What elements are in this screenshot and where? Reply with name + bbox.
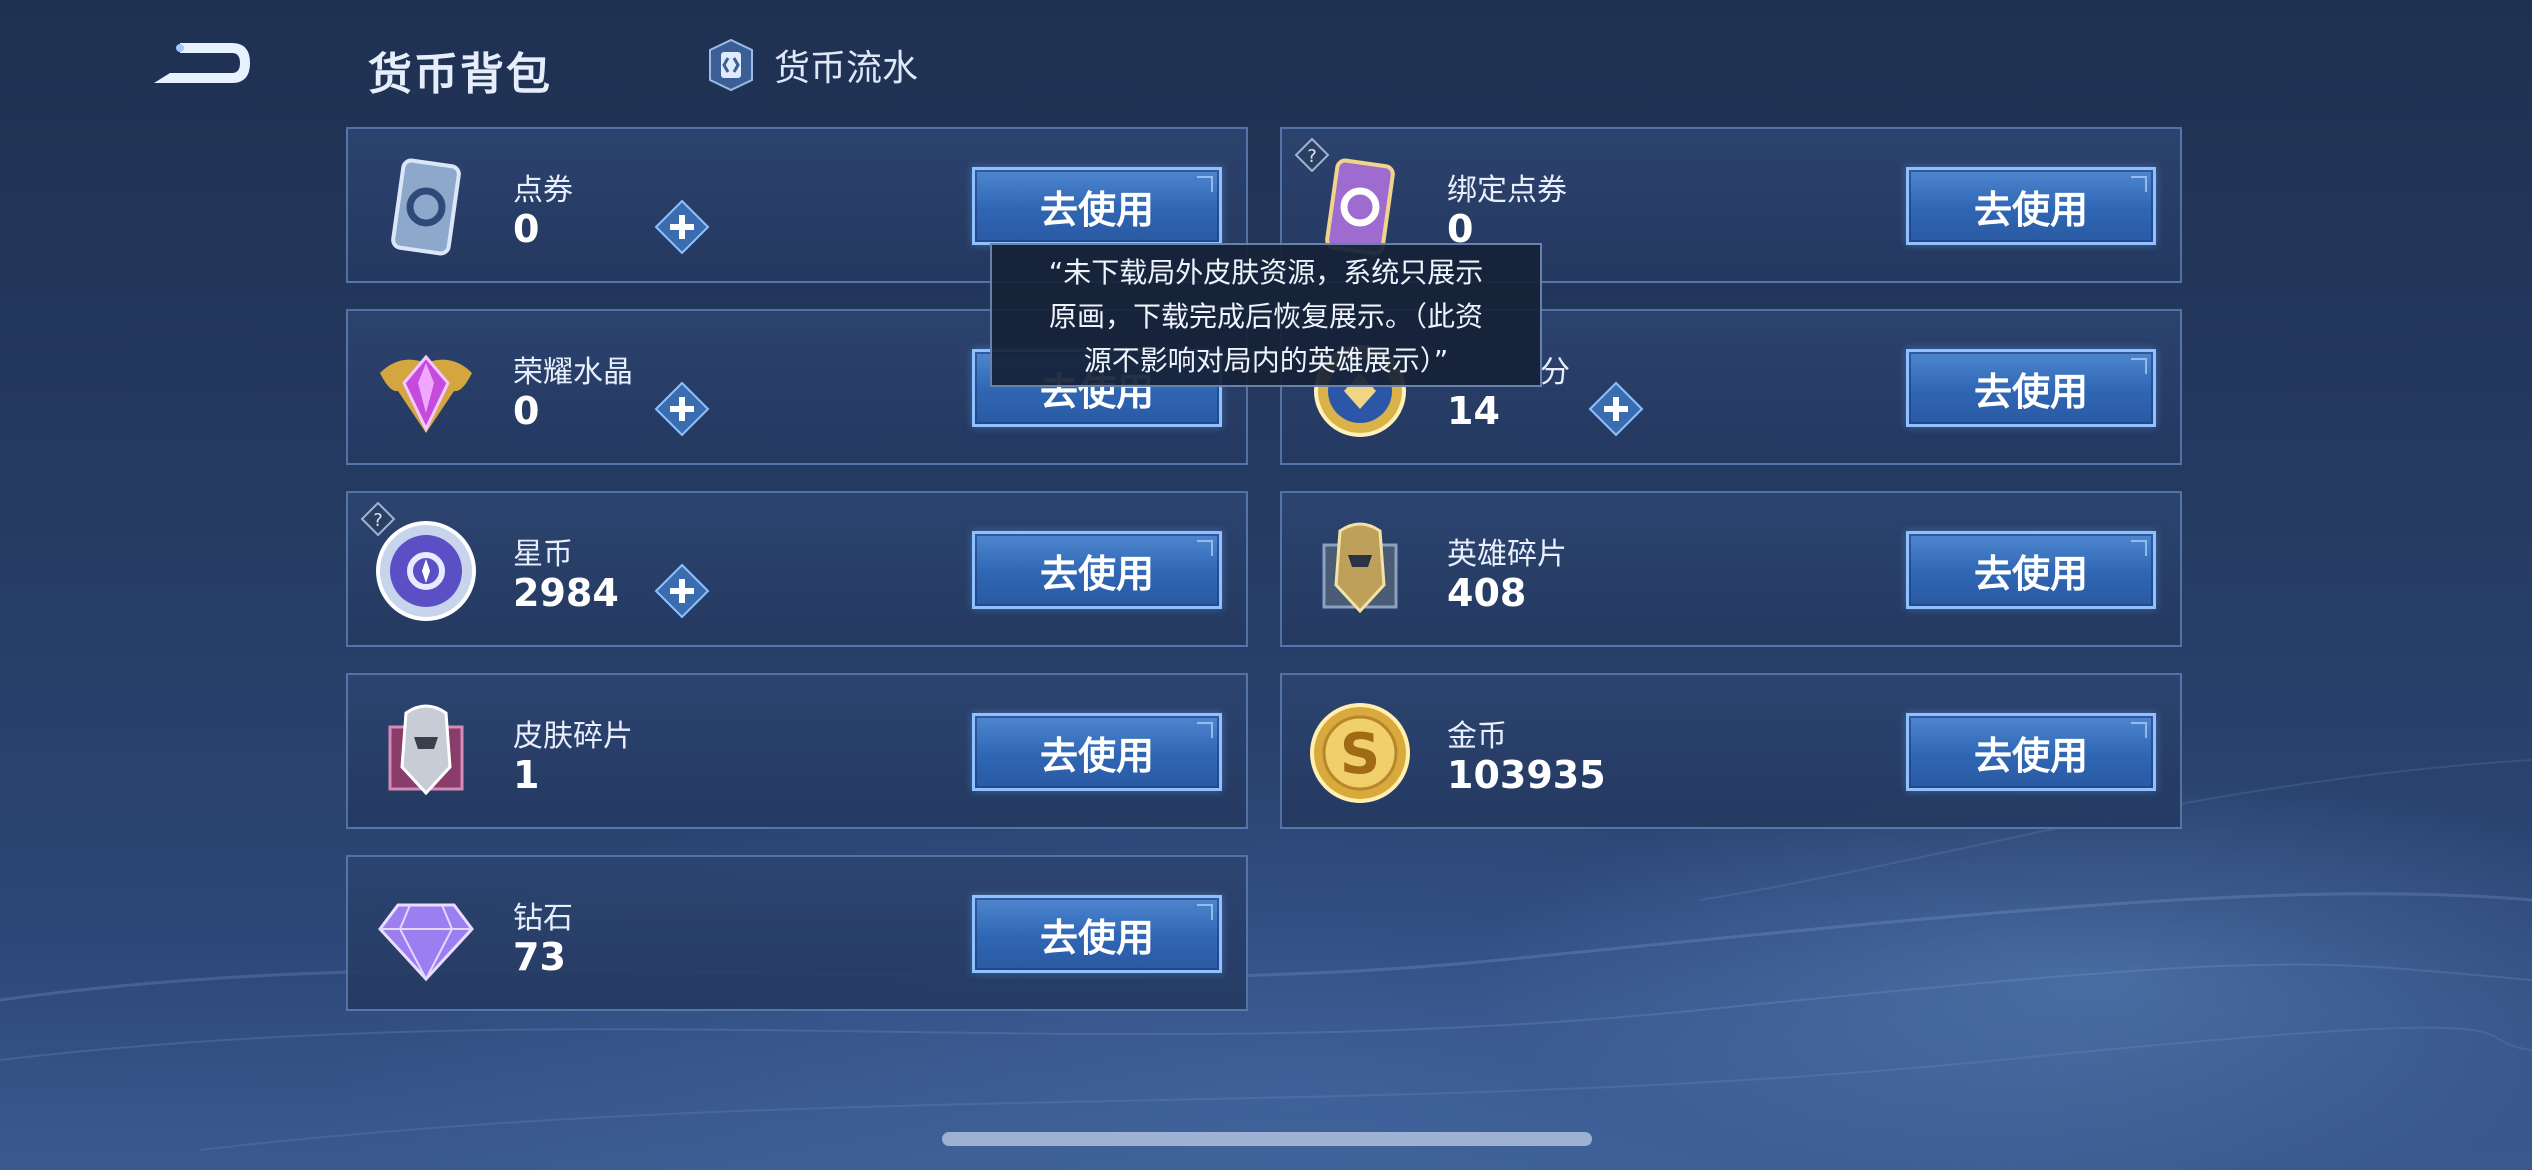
currency-amount: 103935	[1447, 753, 1606, 797]
home-indicator[interactable]	[942, 1132, 1592, 1146]
currency-name: 分	[1540, 355, 1570, 390]
use-button[interactable]: 去使用	[972, 895, 1222, 973]
currency-name: 钻石	[513, 901, 573, 936]
currency-card-star-coin: ? 星币 2984 去使用	[346, 491, 1248, 647]
currency-card-diamond: 钻石 73 去使用	[346, 855, 1248, 1011]
plus-icon[interactable]	[654, 199, 710, 255]
skin-resource-tooltip: “未下载局外皮肤资源，系统只展示 原画，下载完成后恢复展示。（此资 源不影响对局…	[990, 243, 1542, 387]
currency-flow-label: 货币流水	[774, 48, 919, 89]
ledger-card-icon	[709, 38, 753, 92]
skin-fragment-icon	[388, 704, 464, 796]
tooltip-line: “未下载局外皮肤资源，系统只展示	[1048, 256, 1484, 289]
currency-name: 点券	[513, 173, 573, 208]
plus-icon[interactable]	[1588, 381, 1644, 437]
plus-icon[interactable]	[654, 563, 710, 619]
use-button[interactable]: 去使用	[972, 167, 1222, 245]
currency-card-gold-coin: S 金币 103935 去使用	[1280, 673, 2182, 829]
tooltip-line: 源不影响对局内的英雄展示）”	[1083, 344, 1449, 377]
currency-name: 荣耀水晶	[513, 355, 633, 390]
star-coin-icon	[376, 521, 476, 621]
currency-name: 皮肤碎片	[513, 719, 633, 754]
use-button[interactable]: 去使用	[972, 713, 1222, 791]
use-button[interactable]: 去使用	[1906, 167, 2156, 245]
currency-card-skin-fragment: 皮肤碎片 1 去使用	[346, 673, 1248, 829]
currency-amount: 0	[513, 207, 540, 251]
currency-amount: 73	[513, 935, 566, 979]
use-button[interactable]: 去使用	[972, 531, 1222, 609]
currency-name: 绑定点券	[1447, 173, 1567, 208]
currency-name: 星币	[513, 537, 573, 572]
tooltip-line: 原画，下载完成后恢复展示。（此资	[1048, 300, 1483, 333]
currency-amount: 2984	[513, 571, 619, 615]
currency-card-hero-fragment: 英雄碎片 408 去使用	[1280, 491, 2182, 647]
currency-amount: 408	[1447, 571, 1527, 615]
currency-name: 金币	[1447, 719, 1507, 754]
page-title: 货币背包	[368, 49, 552, 100]
currency-amount: 0	[513, 389, 540, 433]
svg-text:S: S	[1340, 722, 1380, 787]
currency-amount: 1	[513, 753, 540, 797]
glory-crystal-icon	[380, 354, 472, 433]
use-button[interactable]: 去使用	[1906, 349, 2156, 427]
currency-name: 英雄碎片	[1447, 537, 1567, 572]
voucher-card-icon	[391, 158, 461, 256]
gold-coin-icon: S	[1310, 703, 1410, 803]
use-button[interactable]: 去使用	[1906, 531, 2156, 609]
plus-icon[interactable]	[654, 381, 710, 437]
use-button[interactable]: 去使用	[1906, 713, 2156, 791]
back-arrow-icon[interactable]	[150, 35, 254, 91]
currency-flow-link[interactable]: 货币流水	[706, 38, 918, 92]
diamond-icon	[378, 903, 474, 982]
hero-fragment-icon	[1322, 522, 1398, 614]
currency-amount: 14	[1447, 389, 1500, 433]
